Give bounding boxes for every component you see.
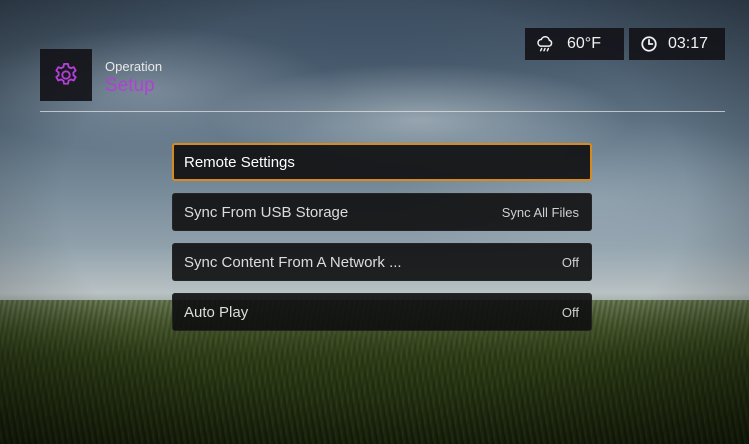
page-title: Setup [105,75,155,96]
header-divider [40,111,725,112]
menu-item-sync-from-usb[interactable]: Sync From USB Storage Sync All Files [172,193,592,231]
settings-menu: Remote Settings Sync From USB Storage Sy… [172,143,594,343]
menu-item-auto-play[interactable]: Auto Play Off [172,293,592,331]
gear-icon [55,62,77,85]
cloud-rain-icon [535,34,555,54]
menu-item-label: Remote Settings [184,153,295,171]
breadcrumb: Operation [105,59,163,74]
header-text: Operation Setup [105,60,162,97]
menu-item-label: Sync Content From A Network ... [184,253,402,271]
clock-widget: 03:17 [629,28,725,60]
menu-item-sync-content-network[interactable]: Sync Content From A Network ... Off [172,243,592,281]
clock-icon [640,35,658,53]
weather-widget: 60°F [525,28,624,60]
section-icon-box [40,49,92,101]
menu-item-value: Off [561,254,579,270]
time-text: 03:17 [668,35,709,52]
menu-item-label: Auto Play [184,303,249,321]
menu-item-label: Sync From USB Storage [184,203,349,221]
screen: Operation Setup 60°F 03:17 Remote Settin… [0,0,749,444]
temperature-text: 60°F [567,35,601,52]
menu-item-value: Off [561,304,579,320]
menu-item-value: Sync All Files [501,204,579,220]
menu-item-remote-settings[interactable]: Remote Settings [172,143,592,181]
